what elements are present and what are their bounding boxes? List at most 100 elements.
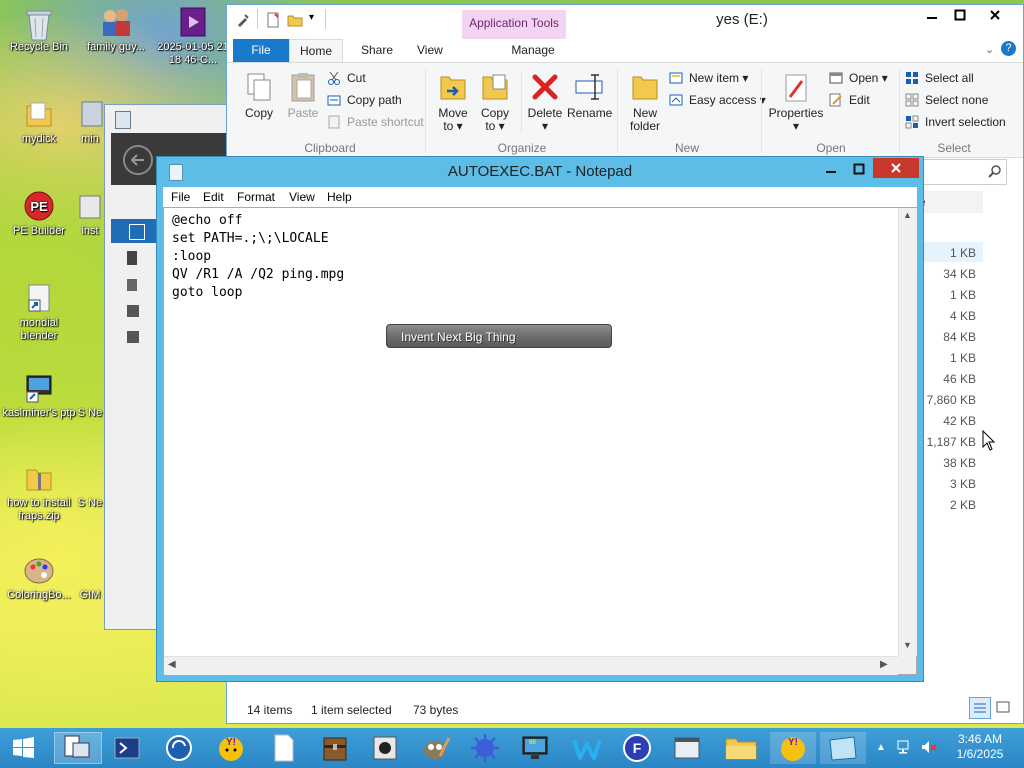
menu-format[interactable]: Format: [237, 187, 275, 207]
desktop-icon-mydick[interactable]: mydick: [1, 98, 77, 146]
file-size[interactable]: 1 KB: [950, 351, 976, 365]
file-size[interactable]: 1 KB: [950, 246, 976, 260]
edit-button[interactable]: Edit: [829, 91, 870, 109]
details-view-button[interactable]: [969, 697, 991, 719]
close-button[interactable]: [975, 7, 1015, 27]
taskbar-yahoo-messenger[interactable]: Y!: [212, 732, 250, 764]
file-size[interactable]: 3 KB: [950, 477, 976, 491]
invert-selection-button[interactable]: Invert selection: [905, 113, 1006, 131]
new-folder-button[interactable]: New folder: [623, 71, 667, 133]
desktop-icon-min[interactable]: min: [72, 98, 108, 146]
paste-shortcut-button[interactable]: Paste shortcut: [327, 113, 424, 131]
file-size[interactable]: 1,187 KB: [927, 435, 976, 449]
new-document-quick-icon[interactable]: [265, 12, 281, 31]
delete-button[interactable]: Delete ▾: [525, 71, 565, 133]
file-size[interactable]: 46 KB: [943, 372, 976, 386]
select-all-button[interactable]: Select all: [905, 69, 974, 87]
tab-home[interactable]: Home: [289, 39, 344, 63]
notepad-window[interactable]: AUTOEXEC.BAT - Notepad File Edit Format …: [156, 156, 924, 682]
easy-access-button[interactable]: Easy access ▾: [669, 91, 766, 109]
copy-to-button[interactable]: Copy to ▾: [475, 71, 515, 133]
notepad-content[interactable]: @echo off set PATH=.;\;\LOCALE :loop QV …: [172, 212, 344, 302]
taskbar-app-active[interactable]: [54, 732, 102, 764]
desktop-icon-coloringbook[interactable]: ColoringBo...: [1, 554, 77, 602]
file-size[interactable]: 84 KB: [943, 330, 976, 344]
customize-quick-access-icon[interactable]: ▾: [309, 12, 314, 23]
menu-edit[interactable]: Edit: [203, 187, 224, 207]
notepad-titlebar[interactable]: AUTOEXEC.BAT - Notepad: [157, 157, 923, 187]
file-size[interactable]: 34 KB: [943, 267, 976, 281]
file-size[interactable]: 7,860 KB: [927, 393, 976, 407]
explorer-titlebar[interactable]: ▾ Application Tools yes (E:): [227, 5, 1023, 39]
file-size[interactable]: 4 KB: [950, 309, 976, 323]
menu-view[interactable]: View: [289, 187, 315, 207]
properties-quick-icon[interactable]: [235, 12, 251, 31]
desktop-icon-s-ne-1[interactable]: S Ne: [72, 372, 108, 420]
taskbar-window-app[interactable]: [668, 732, 706, 764]
desktop-icon-fraps-zip[interactable]: how to install fraps.zip: [1, 462, 77, 523]
search-box[interactable]: [915, 159, 1007, 185]
copy-path-button[interactable]: Copy path: [327, 91, 402, 109]
back-button[interactable]: [123, 145, 153, 175]
desktop-icon-family-guy[interactable]: family guy...: [78, 6, 154, 54]
scroll-up-icon[interactable]: ▲: [903, 210, 912, 220]
desktop-icon-inst[interactable]: inst: [72, 190, 108, 238]
collapse-ribbon-icon[interactable]: ⌄: [985, 43, 994, 56]
maximize-button[interactable]: [945, 7, 975, 27]
scroll-left-icon[interactable]: ◀: [168, 659, 176, 670]
desktop-icon-pe-builder[interactable]: PE PE Builder: [1, 190, 77, 238]
start-button[interactable]: [4, 732, 42, 764]
desktop-icon-video[interactable]: 2025-01-05 21 18 46-C...: [155, 6, 231, 67]
select-none-button[interactable]: Select none: [905, 91, 988, 109]
taskbar-wave-app[interactable]: [568, 732, 606, 764]
tab-manage[interactable]: Manage: [481, 39, 585, 62]
tab-view[interactable]: View: [407, 39, 453, 62]
menu-help[interactable]: Help: [327, 187, 352, 207]
large-icons-view-button[interactable]: [993, 697, 1013, 717]
cut-button[interactable]: Cut: [327, 69, 366, 87]
file-size[interactable]: 2 KB: [950, 498, 976, 512]
scroll-right-icon[interactable]: ▶: [880, 659, 888, 670]
rename-button[interactable]: Rename: [567, 71, 612, 120]
desktop-icon-kaslminer[interactable]: kaslminer's ptp: [1, 372, 77, 420]
taskbar-gimp[interactable]: [416, 732, 454, 764]
volume-muted-icon[interactable]: [920, 738, 938, 759]
notepad-text-area[interactable]: @echo off set PATH=.;\;\LOCALE :loop QV …: [163, 207, 917, 675]
file-size[interactable]: 1 KB: [950, 288, 976, 302]
show-hidden-icons-icon[interactable]: ▲: [876, 742, 886, 753]
menu-file[interactable]: File: [171, 187, 190, 207]
taskbar-virus-app[interactable]: [466, 732, 504, 764]
notepad-maximize-button[interactable]: [845, 159, 873, 179]
file-size[interactable]: 42 KB: [943, 414, 976, 428]
new-item-button[interactable]: New item ▾: [669, 69, 748, 87]
taskbar-yahoo-active[interactable]: Y!: [770, 732, 816, 764]
taskbar-notepad-active[interactable]: [820, 732, 866, 764]
tab-file[interactable]: File: [233, 39, 289, 62]
paste-button[interactable]: Paste: [283, 71, 323, 120]
folder-quick-icon[interactable]: [287, 12, 303, 31]
properties-button[interactable]: Properties ▾: [767, 71, 825, 133]
copy-button[interactable]: Copy: [239, 71, 279, 120]
notepad-minimize-button[interactable]: [817, 159, 845, 179]
move-to-button[interactable]: Move to ▾: [433, 71, 473, 133]
desktop-icon-gimp[interactable]: GIM: [72, 554, 108, 602]
taskbar-powershell[interactable]: [108, 732, 146, 764]
taskbar-blank-document[interactable]: [264, 732, 302, 764]
minimize-button[interactable]: [917, 7, 947, 27]
horizontal-scrollbar[interactable]: ◀ ▶: [164, 656, 898, 675]
taskbar-monitor-app[interactable]: 99: [516, 732, 554, 764]
taskbar-photo-app[interactable]: [366, 732, 404, 764]
background-window-titlebar[interactable]: [105, 105, 233, 133]
taskbar-sync-app[interactable]: [160, 732, 198, 764]
taskbar-minecraft[interactable]: [316, 732, 354, 764]
open-button[interactable]: Open ▾: [829, 69, 888, 87]
resize-grip[interactable]: [898, 656, 916, 674]
desktop-icon-s-ne-2[interactable]: S Ne: [72, 462, 108, 510]
taskbar-file-explorer[interactable]: [718, 732, 764, 764]
desktop-icon-mondial-blender[interactable]: mondial blender: [1, 282, 77, 343]
taskbar-f-app[interactable]: F: [618, 732, 656, 764]
tab-share[interactable]: Share: [351, 39, 403, 62]
file-size[interactable]: 38 KB: [943, 456, 976, 470]
system-clock[interactable]: 3:46 AM 1/6/2025: [944, 732, 1016, 762]
scroll-down-icon[interactable]: ▼: [903, 640, 912, 650]
